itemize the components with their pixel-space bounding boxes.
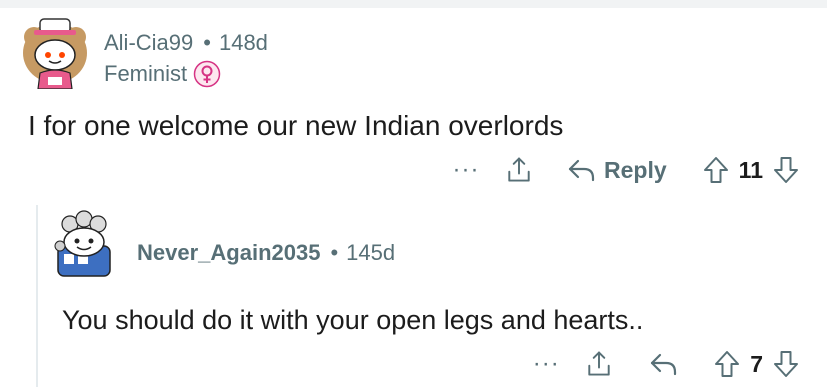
vote-controls: 11 bbox=[703, 155, 799, 185]
comment-age: 145d bbox=[346, 240, 396, 265]
comment-meta: Ali-Cia99 • 148d bbox=[104, 30, 268, 56]
thread-line[interactable] bbox=[36, 205, 38, 387]
flair-label: Feminist bbox=[104, 61, 188, 86]
avatar[interactable] bbox=[50, 210, 118, 280]
avatar[interactable] bbox=[20, 15, 90, 90]
vote-controls: 7 bbox=[714, 349, 799, 379]
upvote-icon[interactable] bbox=[703, 155, 729, 185]
comment-actions: ··· 7 bbox=[528, 344, 799, 384]
vote-count: 11 bbox=[738, 156, 763, 183]
vote-count: 7 bbox=[750, 350, 763, 377]
comment-meta: Never_Again2035 • 145d bbox=[137, 240, 395, 266]
comment-body: You should do it with your open legs and… bbox=[62, 305, 644, 335]
downvote-icon[interactable] bbox=[773, 155, 799, 185]
comment-actions: ··· Reply 11 bbox=[448, 150, 799, 190]
author-name[interactable]: Never_Again2035 bbox=[137, 240, 320, 265]
share-button[interactable] bbox=[582, 347, 616, 381]
reply-button[interactable] bbox=[646, 347, 680, 381]
meta-separator: • bbox=[203, 30, 211, 55]
meta-separator: • bbox=[330, 240, 339, 265]
reply-icon bbox=[568, 159, 595, 182]
author-name[interactable]: Ali-Cia99 bbox=[104, 30, 193, 55]
reply-button[interactable]: Reply bbox=[566, 156, 667, 184]
share-icon bbox=[588, 351, 610, 376]
reply-icon bbox=[651, 353, 677, 376]
share-button[interactable] bbox=[502, 153, 536, 187]
downvote-icon[interactable] bbox=[773, 349, 799, 379]
comment-thread: Ali-Cia99 • 148d Feminist I for one welcom… bbox=[0, 0, 827, 387]
comment-body: I for one welcome our new Indian overlor… bbox=[28, 110, 564, 141]
feminist-symbol-icon bbox=[193, 60, 221, 88]
comment-age: 148d bbox=[218, 30, 268, 55]
comment-1: Ali-Cia99 • 148d Feminist I for one welcom… bbox=[0, 0, 827, 200]
share-icon bbox=[508, 157, 530, 182]
more-button[interactable]: ··· bbox=[528, 350, 564, 378]
user-flair: Feminist bbox=[104, 60, 221, 88]
reply-label: Reply bbox=[604, 156, 667, 183]
upvote-icon[interactable] bbox=[714, 349, 740, 379]
more-button[interactable]: ··· bbox=[448, 156, 484, 184]
